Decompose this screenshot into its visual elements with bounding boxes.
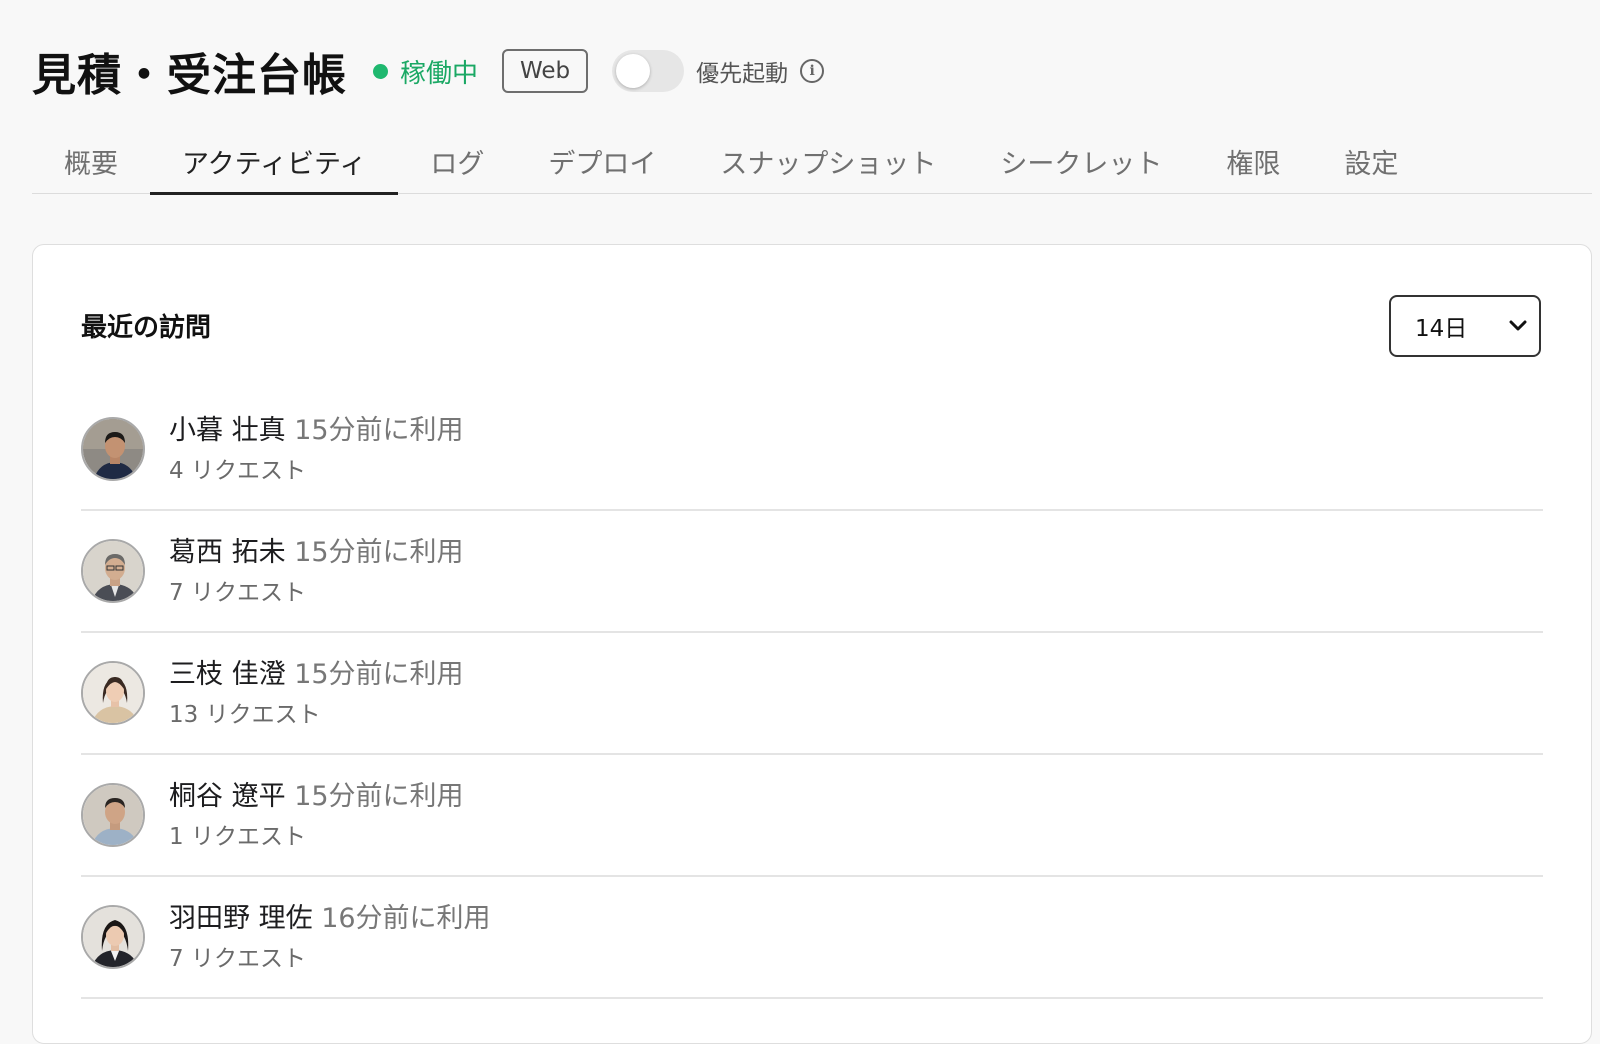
tab-secrets[interactable]: シークレット <box>968 128 1194 194</box>
avatar <box>81 417 145 481</box>
request-count: 7 リクエスト <box>169 946 306 972</box>
list-item[interactable]: 小暮 壮真 15分前に利用 4 リクエスト <box>81 389 1543 511</box>
visit-text: 羽田野 理佐 16分前に利用 7 リクエスト <box>169 901 491 973</box>
info-icon[interactable]: i <box>800 59 825 83</box>
avatar <box>81 661 145 725</box>
list-item[interactable]: 葛西 拓未 15分前に利用 7 リクエスト <box>81 511 1543 633</box>
request-count: 13 リクエスト <box>169 702 321 728</box>
user-name: 三枝 佳澄 <box>169 659 286 690</box>
user-name: 桐谷 遼平 <box>169 781 286 812</box>
range-select-value: 14日 <box>1415 316 1468 342</box>
tab-bar: 概要 アクティビティ ログ デプロイ スナップショット シークレット 権限 設定 <box>32 128 1592 195</box>
web-badge: Web <box>502 49 589 93</box>
list-item[interactable]: 三枝 佳澄 15分前に利用 13 リクエスト <box>81 633 1543 755</box>
last-used: 15分前に利用 <box>294 781 464 812</box>
request-count: 4 リクエスト <box>169 458 306 484</box>
last-used: 15分前に利用 <box>294 659 464 690</box>
app-title: 見積・受注台帳 <box>32 50 347 101</box>
status-label: 稼働中 <box>400 58 479 89</box>
recent-visits-title: 最近の訪問 <box>81 313 212 343</box>
visit-list: 小暮 壮真 15分前に利用 4 リクエスト 葛西 拓未 15分前に利用 7 リク… <box>81 389 1543 999</box>
priority-start-toggle[interactable] <box>612 50 685 92</box>
last-used: 16分前に利用 <box>321 903 491 934</box>
avatar <box>81 783 145 847</box>
request-count: 1 リクエスト <box>169 824 306 850</box>
last-used: 15分前に利用 <box>294 415 464 446</box>
priority-start-label: 優先起動 <box>696 61 789 87</box>
user-name: 葛西 拓未 <box>169 537 286 568</box>
tab-permissions[interactable]: 権限 <box>1194 128 1312 194</box>
chevron-down-icon <box>1509 320 1527 331</box>
tab-snapshots[interactable]: スナップショット <box>688 128 968 194</box>
status-indicator: 稼働中 <box>373 53 478 90</box>
tab-overview[interactable]: 概要 <box>32 128 150 194</box>
visit-text: 三枝 佳澄 15分前に利用 13 リクエスト <box>169 657 464 729</box>
visit-text: 小暮 壮真 15分前に利用 4 リクエスト <box>169 413 464 485</box>
list-item[interactable]: 羽田野 理佐 16分前に利用 7 リクエスト <box>81 877 1543 999</box>
tab-deploy[interactable]: デプロイ <box>516 128 688 194</box>
recent-visits-card: 最近の訪問 14日 小暮 壮真 15分前に利用 4 リクエスト 葛西 拓未 15… <box>32 244 1592 1044</box>
tab-settings[interactable]: 設定 <box>1312 128 1430 194</box>
request-count: 7 リクエスト <box>169 580 306 606</box>
status-dot-icon <box>373 63 388 79</box>
visit-text: 葛西 拓未 15分前に利用 7 リクエスト <box>169 535 464 607</box>
avatar <box>81 905 145 969</box>
user-name: 小暮 壮真 <box>169 415 286 446</box>
app-header: 見積・受注台帳 稼働中 Web 優先起動 i <box>32 40 825 102</box>
range-select[interactable]: 14日 <box>1389 295 1541 357</box>
last-used: 15分前に利用 <box>294 537 464 568</box>
tab-activity[interactable]: アクティビティ <box>150 128 399 195</box>
visit-text: 桐谷 遼平 15分前に利用 1 リクエスト <box>169 779 464 851</box>
list-item[interactable]: 桐谷 遼平 15分前に利用 1 リクエスト <box>81 755 1543 877</box>
tab-logs[interactable]: ログ <box>398 128 516 194</box>
avatar <box>81 539 145 603</box>
toggle-knob <box>616 54 651 88</box>
user-name: 羽田野 理佐 <box>169 903 313 934</box>
